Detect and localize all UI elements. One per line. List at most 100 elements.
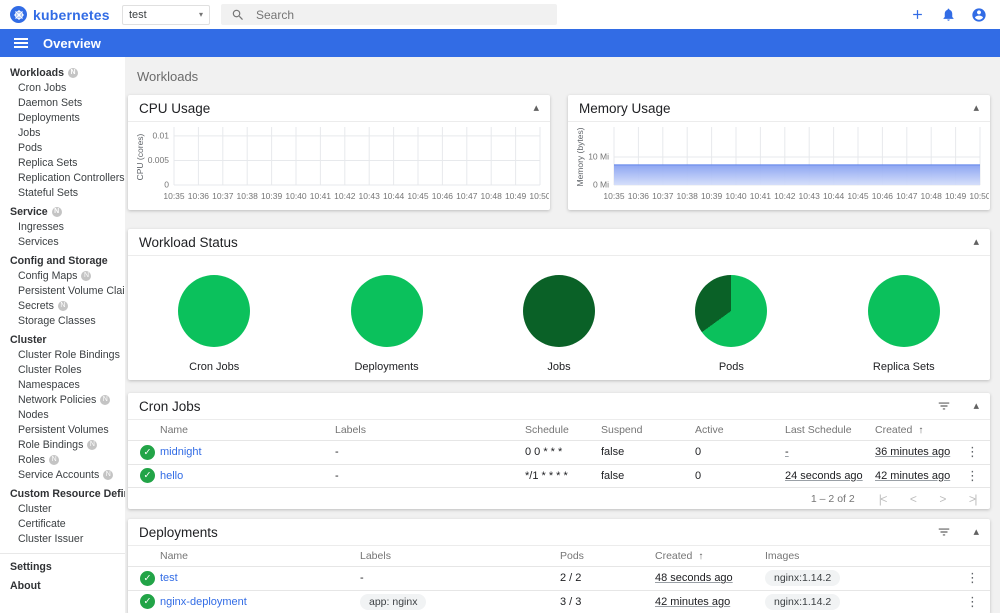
sidebar-item-nodes[interactable]: Nodes bbox=[0, 407, 125, 422]
sidebar-item-persistent-volumes[interactable]: Persistent Volumes bbox=[0, 422, 125, 437]
last-page-icon[interactable]: >| bbox=[969, 492, 978, 506]
last-value: - bbox=[785, 446, 789, 459]
row-menu-icon[interactable]: ⋮ bbox=[962, 444, 983, 460]
pods-cell: 3 / 3 bbox=[560, 595, 582, 608]
collapse-caret-icon[interactable]: ▴ bbox=[533, 102, 539, 114]
column-header-last-schedule[interactable]: Last Schedule bbox=[785, 424, 875, 436]
labels-cell: - bbox=[335, 446, 339, 459]
card-title: Workload Status bbox=[139, 234, 238, 250]
column-header-name[interactable]: Name bbox=[160, 550, 360, 562]
row-menu-icon[interactable]: ⋮ bbox=[962, 468, 983, 484]
sidebar-item-cluster[interactable]: Cluster bbox=[0, 501, 125, 516]
resource-link[interactable]: hello bbox=[160, 470, 183, 482]
sidebar-item-pods[interactable]: Pods bbox=[0, 140, 125, 155]
sidebar-item-ingresses[interactable]: Ingresses bbox=[0, 219, 125, 234]
menu-hamburger-icon[interactable] bbox=[14, 38, 28, 48]
sidebar-label: Role Bindings bbox=[18, 438, 84, 451]
workload-pie-deployments: Deployments bbox=[300, 275, 472, 373]
sidebar-item-certificate[interactable]: Certificate bbox=[0, 516, 125, 531]
previous-page-icon[interactable]: < bbox=[910, 492, 917, 506]
column-header-labels[interactable]: Labels bbox=[360, 550, 560, 562]
svg-text:10:35: 10:35 bbox=[603, 191, 625, 201]
created-cell: 48 seconds ago bbox=[655, 572, 765, 584]
sidebar-label: Replication Controllers bbox=[18, 171, 125, 184]
sidebar-item-cluster-role-bindings[interactable]: Cluster Role Bindings bbox=[0, 347, 125, 362]
collapse-caret-icon[interactable]: ▴ bbox=[973, 102, 979, 114]
sidebar-item-stateful-sets[interactable]: Stateful Sets bbox=[0, 185, 125, 200]
column-header-name[interactable]: Name bbox=[160, 424, 335, 436]
search-bar[interactable] bbox=[221, 4, 557, 25]
first-page-icon[interactable]: |< bbox=[879, 492, 888, 506]
sidebar-section-service[interactable]: Service N bbox=[0, 204, 125, 219]
sidebar-item-namespaces[interactable]: Namespaces bbox=[0, 377, 125, 392]
sidebar-label: Secrets bbox=[18, 299, 54, 312]
row-menu-icon[interactable]: ⋮ bbox=[962, 594, 983, 610]
svg-text:10:37: 10:37 bbox=[212, 191, 234, 201]
sidebar-item-cron-jobs[interactable]: Cron Jobs bbox=[0, 80, 125, 95]
svg-text:10:45: 10:45 bbox=[847, 191, 869, 201]
sidebar-item-config-maps[interactable]: Config Maps N bbox=[0, 268, 125, 283]
collapse-caret-icon[interactable]: ▴ bbox=[973, 236, 979, 248]
column-header-label: Schedule bbox=[525, 424, 569, 436]
search-input[interactable] bbox=[254, 6, 553, 23]
sidebar-item-cluster-issuer[interactable]: Cluster Issuer bbox=[0, 531, 125, 546]
sidebar-item-jobs[interactable]: Jobs bbox=[0, 125, 125, 140]
images-cell: nginx:1.14.2 bbox=[765, 570, 962, 587]
sidebar-item-daemon-sets[interactable]: Daemon Sets bbox=[0, 95, 125, 110]
svg-text:10:49: 10:49 bbox=[505, 191, 527, 201]
column-header-labels[interactable]: Labels bbox=[335, 424, 525, 436]
sidebar-item-storage-classes[interactable]: Storage Classes bbox=[0, 313, 125, 328]
icon-cell: ✓ bbox=[140, 570, 160, 586]
sidebar-section-custom-resource-definitions[interactable]: Custom Resource Definitions bbox=[0, 486, 125, 501]
sidebar-item-service-accounts[interactable]: Service Accounts N bbox=[0, 467, 125, 482]
column-header-suspend[interactable]: Suspend bbox=[601, 424, 695, 436]
sidebar-item-deployments[interactable]: Deployments bbox=[0, 110, 125, 125]
next-page-icon[interactable]: > bbox=[939, 492, 946, 506]
sidebar-item-secrets[interactable]: Secrets N bbox=[0, 298, 125, 313]
sidebar-section-workloads[interactable]: Workloads N bbox=[0, 65, 125, 80]
collapse-caret-icon[interactable]: ▴ bbox=[973, 400, 979, 412]
created-cell: 42 minutes ago bbox=[655, 596, 765, 608]
brand[interactable]: kubernetes bbox=[0, 6, 122, 23]
namespace-select[interactable]: test ▾ bbox=[122, 4, 210, 25]
svg-text:10:50: 10:50 bbox=[529, 191, 549, 201]
created-value: 42 minutes ago bbox=[875, 469, 951, 482]
column-header-pods[interactable]: Pods bbox=[560, 550, 655, 562]
row-menu-icon[interactable]: ⋮ bbox=[962, 570, 983, 586]
create-plus-icon[interactable] bbox=[908, 6, 926, 24]
sidebar-section-cluster[interactable]: Cluster bbox=[0, 332, 125, 347]
image-chip: nginx:1.14.2 bbox=[765, 593, 841, 610]
column-header-images[interactable]: Images bbox=[765, 550, 962, 562]
sidebar-section-settings[interactable]: Settings bbox=[0, 559, 125, 574]
user-account-icon[interactable] bbox=[970, 6, 988, 24]
svg-text:10:48: 10:48 bbox=[481, 191, 503, 201]
sidebar-section-config-and-storage[interactable]: Config and Storage bbox=[0, 253, 125, 268]
sidebar-item-network-policies[interactable]: Network Policies N bbox=[0, 392, 125, 407]
filter-list-icon[interactable] bbox=[937, 525, 951, 539]
sidebar-label: Services bbox=[18, 235, 59, 248]
column-header-label: Last Schedule bbox=[785, 424, 852, 436]
resource-link[interactable]: nginx-deployment bbox=[160, 596, 247, 608]
filter-list-icon[interactable] bbox=[937, 399, 951, 413]
sidebar-item-replication-controllers[interactable]: Replication Controllers bbox=[0, 170, 125, 185]
sidebar-item-role-bindings[interactable]: Role Bindings N bbox=[0, 437, 125, 452]
sidebar-item-replica-sets[interactable]: Replica Sets bbox=[0, 155, 125, 170]
menu-cell: ⋮ bbox=[962, 570, 990, 586]
svg-text:10:45: 10:45 bbox=[407, 191, 429, 201]
notifications-bell-icon[interactable] bbox=[939, 6, 957, 24]
resource-link[interactable]: test bbox=[160, 572, 178, 584]
sidebar-item-services[interactable]: Services bbox=[0, 234, 125, 249]
column-header-active[interactable]: Active bbox=[695, 424, 785, 436]
column-header-created[interactable]: Created ↑ bbox=[875, 424, 962, 436]
column-header-schedule[interactable]: Schedule bbox=[525, 424, 601, 436]
workload-pie-replica-sets: Replica Sets bbox=[818, 275, 990, 373]
sidebar-section-about[interactable]: About bbox=[0, 578, 125, 593]
sidebar-item-cluster-roles[interactable]: Cluster Roles bbox=[0, 362, 125, 377]
sidebar-label: Cluster bbox=[18, 502, 52, 515]
sidebar-item-persistent-volume-claims[interactable]: Persistent Volume ClaimsN bbox=[0, 283, 125, 298]
column-header-created[interactable]: Created ↑ bbox=[655, 550, 765, 562]
table-header-row: Name Labels Pods Created ↑ Images bbox=[128, 546, 990, 567]
sidebar-item-roles[interactable]: Roles N bbox=[0, 452, 125, 467]
resource-link[interactable]: midnight bbox=[160, 446, 202, 458]
collapse-caret-icon[interactable]: ▴ bbox=[973, 526, 979, 538]
